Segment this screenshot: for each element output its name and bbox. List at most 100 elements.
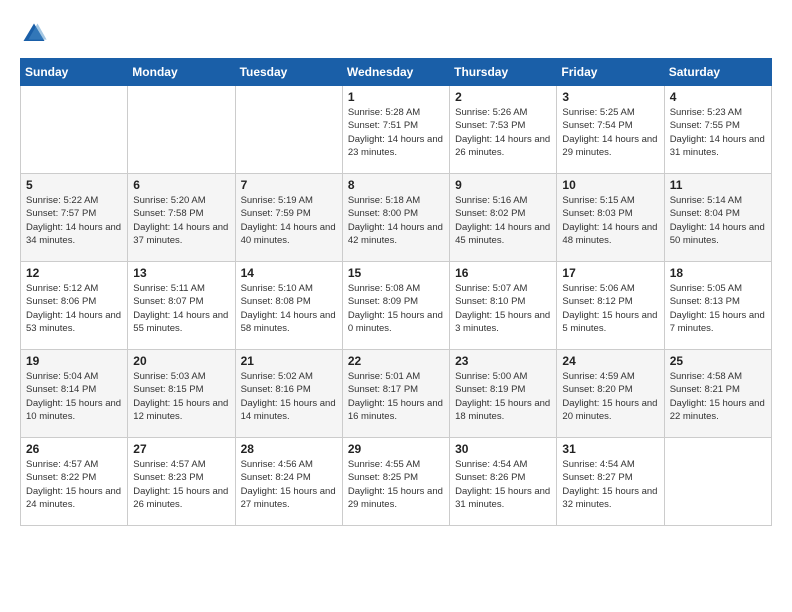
calendar-cell: 24 Sunrise: 4:59 AM Sunset: 8:20 PM Dayl… xyxy=(557,350,664,438)
calendar-cell: 3 Sunrise: 5:25 AM Sunset: 7:54 PM Dayli… xyxy=(557,86,664,174)
calendar-cell: 1 Sunrise: 5:28 AM Sunset: 7:51 PM Dayli… xyxy=(342,86,449,174)
day-info: Sunrise: 5:19 AM Sunset: 7:59 PM Dayligh… xyxy=(241,194,337,247)
calendar-cell: 5 Sunrise: 5:22 AM Sunset: 7:57 PM Dayli… xyxy=(21,174,128,262)
day-info: Sunrise: 5:22 AM Sunset: 7:57 PM Dayligh… xyxy=(26,194,122,247)
day-info: Sunrise: 5:08 AM Sunset: 8:09 PM Dayligh… xyxy=(348,282,444,335)
day-info: Sunrise: 5:00 AM Sunset: 8:19 PM Dayligh… xyxy=(455,370,551,423)
day-number: 6 xyxy=(133,178,229,192)
day-info: Sunrise: 5:06 AM Sunset: 8:12 PM Dayligh… xyxy=(562,282,658,335)
calendar-cell: 18 Sunrise: 5:05 AM Sunset: 8:13 PM Dayl… xyxy=(664,262,771,350)
day-info: Sunrise: 5:11 AM Sunset: 8:07 PM Dayligh… xyxy=(133,282,229,335)
day-of-week-header: Monday xyxy=(128,59,235,86)
day-number: 27 xyxy=(133,442,229,456)
calendar-cell xyxy=(21,86,128,174)
calendar-week-row: 19 Sunrise: 5:04 AM Sunset: 8:14 PM Dayl… xyxy=(21,350,772,438)
logo xyxy=(20,20,52,48)
calendar-cell: 13 Sunrise: 5:11 AM Sunset: 8:07 PM Dayl… xyxy=(128,262,235,350)
calendar-cell: 25 Sunrise: 4:58 AM Sunset: 8:21 PM Dayl… xyxy=(664,350,771,438)
calendar-cell: 29 Sunrise: 4:55 AM Sunset: 8:25 PM Dayl… xyxy=(342,438,449,526)
calendar-cell: 11 Sunrise: 5:14 AM Sunset: 8:04 PM Dayl… xyxy=(664,174,771,262)
calendar-cell: 12 Sunrise: 5:12 AM Sunset: 8:06 PM Dayl… xyxy=(21,262,128,350)
calendar-cell: 8 Sunrise: 5:18 AM Sunset: 8:00 PM Dayli… xyxy=(342,174,449,262)
day-number: 22 xyxy=(348,354,444,368)
calendar-cell: 2 Sunrise: 5:26 AM Sunset: 7:53 PM Dayli… xyxy=(450,86,557,174)
day-number: 25 xyxy=(670,354,766,368)
calendar-cell: 15 Sunrise: 5:08 AM Sunset: 8:09 PM Dayl… xyxy=(342,262,449,350)
calendar-week-row: 5 Sunrise: 5:22 AM Sunset: 7:57 PM Dayli… xyxy=(21,174,772,262)
day-info: Sunrise: 5:10 AM Sunset: 8:08 PM Dayligh… xyxy=(241,282,337,335)
calendar-cell: 28 Sunrise: 4:56 AM Sunset: 8:24 PM Dayl… xyxy=(235,438,342,526)
day-info: Sunrise: 5:03 AM Sunset: 8:15 PM Dayligh… xyxy=(133,370,229,423)
day-number: 19 xyxy=(26,354,122,368)
calendar-cell: 10 Sunrise: 5:15 AM Sunset: 8:03 PM Dayl… xyxy=(557,174,664,262)
day-info: Sunrise: 4:58 AM Sunset: 8:21 PM Dayligh… xyxy=(670,370,766,423)
day-info: Sunrise: 5:14 AM Sunset: 8:04 PM Dayligh… xyxy=(670,194,766,247)
calendar-week-row: 12 Sunrise: 5:12 AM Sunset: 8:06 PM Dayl… xyxy=(21,262,772,350)
calendar-week-row: 26 Sunrise: 4:57 AM Sunset: 8:22 PM Dayl… xyxy=(21,438,772,526)
calendar-cell: 22 Sunrise: 5:01 AM Sunset: 8:17 PM Dayl… xyxy=(342,350,449,438)
day-info: Sunrise: 4:54 AM Sunset: 8:26 PM Dayligh… xyxy=(455,458,551,511)
day-number: 16 xyxy=(455,266,551,280)
day-number: 20 xyxy=(133,354,229,368)
day-info: Sunrise: 5:01 AM Sunset: 8:17 PM Dayligh… xyxy=(348,370,444,423)
calendar-cell: 9 Sunrise: 5:16 AM Sunset: 8:02 PM Dayli… xyxy=(450,174,557,262)
calendar-cell: 16 Sunrise: 5:07 AM Sunset: 8:10 PM Dayl… xyxy=(450,262,557,350)
day-number: 18 xyxy=(670,266,766,280)
day-number: 14 xyxy=(241,266,337,280)
calendar-cell: 19 Sunrise: 5:04 AM Sunset: 8:14 PM Dayl… xyxy=(21,350,128,438)
day-number: 24 xyxy=(562,354,658,368)
page-header xyxy=(20,20,772,48)
day-number: 31 xyxy=(562,442,658,456)
day-number: 10 xyxy=(562,178,658,192)
calendar-cell: 27 Sunrise: 4:57 AM Sunset: 8:23 PM Dayl… xyxy=(128,438,235,526)
day-info: Sunrise: 5:12 AM Sunset: 8:06 PM Dayligh… xyxy=(26,282,122,335)
day-number: 21 xyxy=(241,354,337,368)
day-info: Sunrise: 4:55 AM Sunset: 8:25 PM Dayligh… xyxy=(348,458,444,511)
logo-icon xyxy=(20,20,48,48)
calendar-cell: 14 Sunrise: 5:10 AM Sunset: 8:08 PM Dayl… xyxy=(235,262,342,350)
day-number: 13 xyxy=(133,266,229,280)
day-number: 3 xyxy=(562,90,658,104)
calendar-cell: 17 Sunrise: 5:06 AM Sunset: 8:12 PM Dayl… xyxy=(557,262,664,350)
day-info: Sunrise: 5:05 AM Sunset: 8:13 PM Dayligh… xyxy=(670,282,766,335)
day-number: 28 xyxy=(241,442,337,456)
day-number: 4 xyxy=(670,90,766,104)
day-number: 26 xyxy=(26,442,122,456)
day-number: 30 xyxy=(455,442,551,456)
calendar-cell: 30 Sunrise: 4:54 AM Sunset: 8:26 PM Dayl… xyxy=(450,438,557,526)
day-of-week-header: Friday xyxy=(557,59,664,86)
calendar-header-row: SundayMondayTuesdayWednesdayThursdayFrid… xyxy=(21,59,772,86)
day-info: Sunrise: 5:26 AM Sunset: 7:53 PM Dayligh… xyxy=(455,106,551,159)
calendar-cell xyxy=(235,86,342,174)
day-info: Sunrise: 5:16 AM Sunset: 8:02 PM Dayligh… xyxy=(455,194,551,247)
day-number: 15 xyxy=(348,266,444,280)
day-number: 11 xyxy=(670,178,766,192)
calendar-cell xyxy=(664,438,771,526)
calendar-week-row: 1 Sunrise: 5:28 AM Sunset: 7:51 PM Dayli… xyxy=(21,86,772,174)
day-info: Sunrise: 5:07 AM Sunset: 8:10 PM Dayligh… xyxy=(455,282,551,335)
calendar-cell: 20 Sunrise: 5:03 AM Sunset: 8:15 PM Dayl… xyxy=(128,350,235,438)
day-number: 23 xyxy=(455,354,551,368)
calendar-cell: 23 Sunrise: 5:00 AM Sunset: 8:19 PM Dayl… xyxy=(450,350,557,438)
day-info: Sunrise: 4:57 AM Sunset: 8:23 PM Dayligh… xyxy=(133,458,229,511)
day-number: 12 xyxy=(26,266,122,280)
day-of-week-header: Thursday xyxy=(450,59,557,86)
calendar-cell: 31 Sunrise: 4:54 AM Sunset: 8:27 PM Dayl… xyxy=(557,438,664,526)
day-info: Sunrise: 5:18 AM Sunset: 8:00 PM Dayligh… xyxy=(348,194,444,247)
day-number: 9 xyxy=(455,178,551,192)
day-number: 2 xyxy=(455,90,551,104)
calendar-cell: 21 Sunrise: 5:02 AM Sunset: 8:16 PM Dayl… xyxy=(235,350,342,438)
day-info: Sunrise: 5:15 AM Sunset: 8:03 PM Dayligh… xyxy=(562,194,658,247)
day-number: 7 xyxy=(241,178,337,192)
day-number: 5 xyxy=(26,178,122,192)
day-info: Sunrise: 5:02 AM Sunset: 8:16 PM Dayligh… xyxy=(241,370,337,423)
day-of-week-header: Sunday xyxy=(21,59,128,86)
calendar-cell: 7 Sunrise: 5:19 AM Sunset: 7:59 PM Dayli… xyxy=(235,174,342,262)
calendar-cell: 4 Sunrise: 5:23 AM Sunset: 7:55 PM Dayli… xyxy=(664,86,771,174)
day-number: 29 xyxy=(348,442,444,456)
day-info: Sunrise: 5:25 AM Sunset: 7:54 PM Dayligh… xyxy=(562,106,658,159)
day-number: 1 xyxy=(348,90,444,104)
day-info: Sunrise: 5:23 AM Sunset: 7:55 PM Dayligh… xyxy=(670,106,766,159)
day-info: Sunrise: 5:04 AM Sunset: 8:14 PM Dayligh… xyxy=(26,370,122,423)
day-of-week-header: Tuesday xyxy=(235,59,342,86)
